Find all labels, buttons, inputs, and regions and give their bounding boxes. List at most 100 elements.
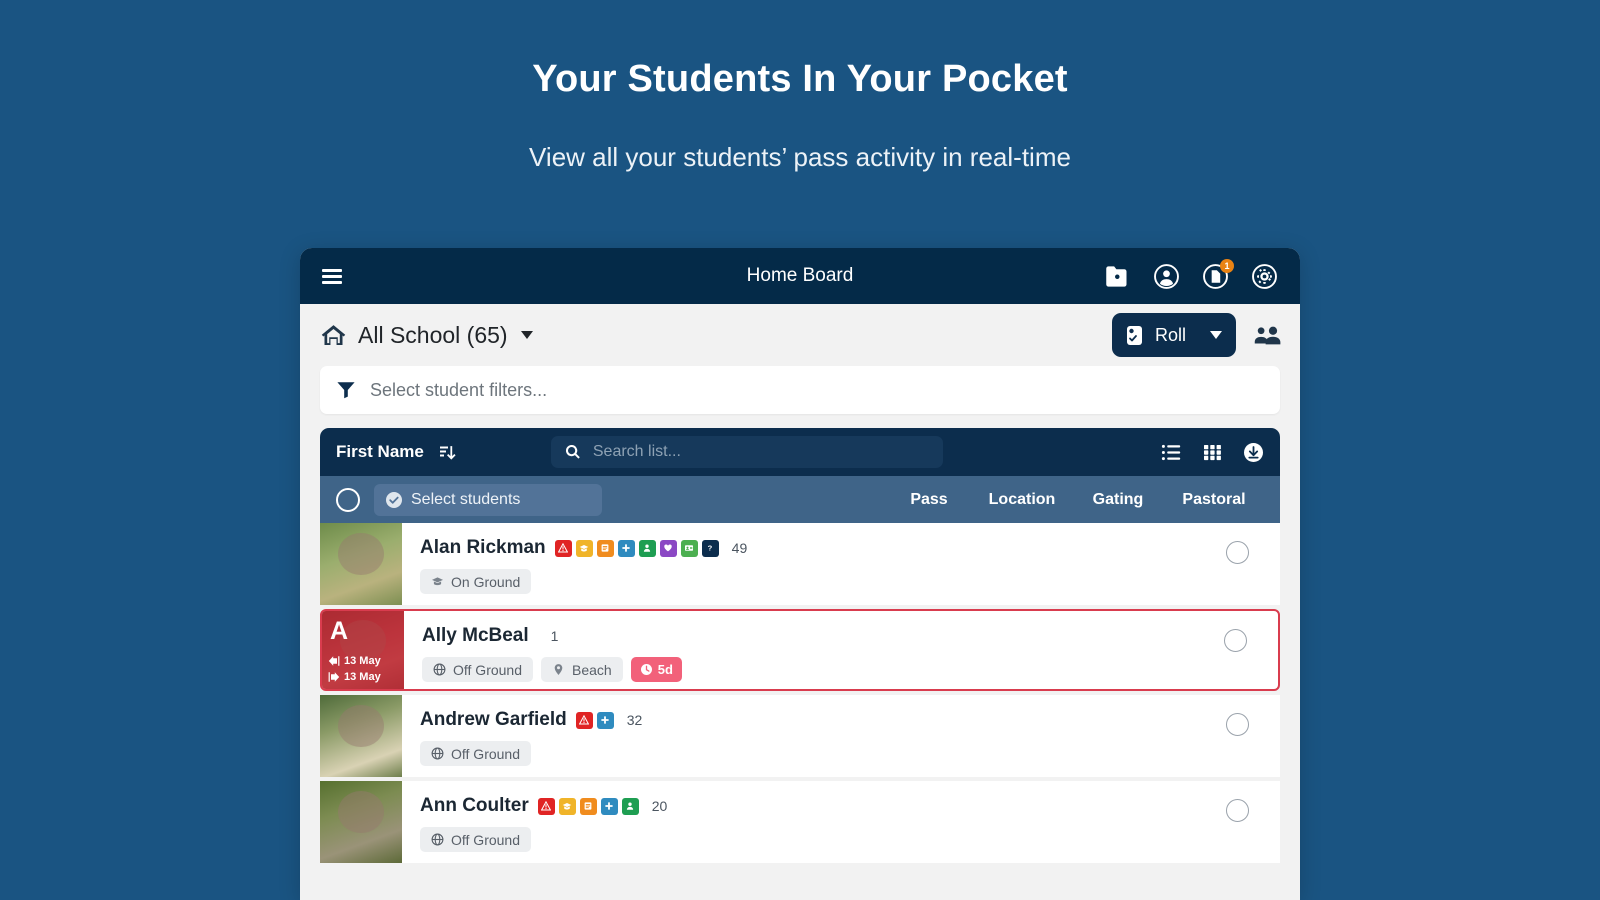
app-top-bar: Home Board 1 <box>300 248 1300 304</box>
student-flags <box>575 711 614 729</box>
filter-row: Select student filters... <box>300 366 1300 414</box>
user-circle-icon[interactable] <box>1153 263 1180 290</box>
student-name-line: Ann Coulter 20 <box>420 795 1194 817</box>
row-select-circle[interactable] <box>1225 799 1249 822</box>
student-name: Ann Coulter <box>420 795 529 816</box>
select-all-circle-icon[interactable] <box>336 487 360 512</box>
student-flags: ? <box>554 539 719 557</box>
search-icon <box>565 444 581 460</box>
student-info: Ann Coulter 20 Off Ground <box>402 781 1194 863</box>
medical-cross-flag[interactable] <box>617 539 635 557</box>
roll-button-label: Roll <box>1154 324 1186 345</box>
column-labels: Pass Location Gating Pastoral <box>886 491 1264 509</box>
location-chip: Off Ground <box>420 741 532 766</box>
gear-circle-icon[interactable] <box>1251 263 1278 290</box>
select-students-button[interactable]: Select students <box>374 483 602 516</box>
medical-cross-flag[interactable] <box>596 711 614 729</box>
location-chip: Off Ground <box>420 827 532 852</box>
row-select-cell <box>1192 611 1278 689</box>
student-pass-count: 32 <box>626 712 643 728</box>
table-row[interactable]: Alan Rickman? 49 On Ground <box>320 523 1280 605</box>
table-row[interactable]: A 13 May 13 May Ally McBeal 1 Off Ground Beach… <box>320 609 1280 691</box>
school-name-label: All School (65) <box>358 321 508 348</box>
notification-badge: 1 <box>1220 258 1234 273</box>
map-pin-icon <box>552 663 565 676</box>
student-name: Alan Rickman <box>420 537 546 558</box>
person-flag[interactable] <box>621 797 639 815</box>
question-flag[interactable]: ? <box>701 539 719 557</box>
place-chip: Beach <box>541 657 623 682</box>
search-input[interactable]: Search list... <box>550 436 943 468</box>
avatar <box>320 695 402 777</box>
roll-button[interactable]: Roll <box>1111 313 1236 357</box>
checkout-date: 13 May <box>344 671 381 683</box>
home-icon <box>320 322 347 349</box>
student-info: Alan Rickman? 49 On Ground <box>402 523 1194 605</box>
sign-out-arrow-icon <box>328 671 340 683</box>
table-row[interactable]: Ann Coulter 20 Off Ground <box>320 781 1280 863</box>
notes-flag[interactable] <box>579 797 597 815</box>
student-rows: Alan Rickman? 49 On Ground A 13 May 13 May All… <box>300 523 1300 863</box>
select-students-label: Select students <box>411 490 521 508</box>
graduation-cap-icon <box>431 575 444 588</box>
graduation-cap-flag[interactable] <box>575 539 593 557</box>
download-icon[interactable] <box>1243 442 1264 463</box>
globe-icon <box>433 663 446 676</box>
grid-view-icon[interactable] <box>1202 442 1223 463</box>
chip-label: Off Ground <box>451 831 521 848</box>
student-name: Andrew Garfield <box>420 709 567 730</box>
document-circle-icon[interactable]: 1 <box>1202 258 1234 290</box>
list-view-icon[interactable] <box>1161 442 1182 463</box>
avatar: A 13 May 13 May <box>322 611 404 689</box>
student-chips: Off Ground <box>420 741 1194 766</box>
alert-triangle-flag[interactable] <box>537 797 555 815</box>
person-flag[interactable] <box>638 539 656 557</box>
graduation-cap-flag[interactable] <box>558 797 576 815</box>
school-row-actions: Roll <box>1111 313 1282 357</box>
avatar-initial: A <box>330 617 349 645</box>
column-pass: Pass <box>910 490 948 508</box>
chevron-down-icon[interactable] <box>520 331 533 339</box>
student-filter-input[interactable]: Select student filters... <box>320 366 1280 414</box>
student-pass-count: 20 <box>651 798 668 814</box>
student-name-line: Alan Rickman? 49 <box>420 537 1194 559</box>
checkin-date: 13 May <box>344 655 381 667</box>
view-toggle-group <box>1161 442 1264 463</box>
alert-triangle-flag[interactable] <box>575 711 593 729</box>
clock-icon <box>640 663 653 676</box>
medical-cross-flag[interactable] <box>600 797 618 815</box>
row-select-circle[interactable] <box>1225 541 1249 564</box>
avatar <box>320 781 402 863</box>
funnel-icon <box>336 380 356 400</box>
row-select-circle[interactable] <box>1223 629 1247 652</box>
roll-chevron-down-icon[interactable] <box>1210 331 1222 339</box>
heart-shield-flag[interactable] <box>659 539 677 557</box>
avatar-dates: 13 May 13 May <box>328 653 381 685</box>
globe-icon <box>431 833 444 846</box>
people-group-icon[interactable] <box>1252 320 1282 350</box>
student-info: Ally McBeal 1 Off Ground Beach 5d <box>404 611 1192 689</box>
student-name-line: Andrew Garfield 32 <box>420 709 1194 731</box>
app-screenshot-panel: Home Board 1 All School (65) Roll Select… <box>300 248 1300 900</box>
student-chips: On Ground <box>420 569 1194 594</box>
sort-amount-down-icon[interactable] <box>438 443 457 462</box>
page-subtitle: View all your students’ pass activity in… <box>529 142 1071 172</box>
row-select-circle[interactable] <box>1225 713 1249 736</box>
folder-user-icon[interactable] <box>1104 263 1131 290</box>
student-chips: Off Ground <box>420 827 1194 852</box>
column-gating: Gating <box>1092 490 1144 508</box>
hamburger-icon[interactable] <box>322 268 342 284</box>
column-pastoral: Pastoral <box>1182 490 1246 508</box>
student-name-line: Ally McBeal 1 <box>422 625 1192 647</box>
chip-label: Beach <box>572 661 612 678</box>
school-selector[interactable]: All School (65) <box>320 322 533 349</box>
hero-section: Your Students In Your Pocket View all yo… <box>0 0 1600 173</box>
alert-triangle-flag[interactable] <box>554 539 572 557</box>
chip-label: 5d <box>657 662 673 677</box>
student-chips: Off Ground Beach 5d <box>422 657 1192 682</box>
id-card-flag[interactable] <box>680 539 698 557</box>
notes-flag[interactable] <box>596 539 614 557</box>
table-row[interactable]: Andrew Garfield 32 Off Ground <box>320 695 1280 777</box>
row-select-cell <box>1194 523 1280 605</box>
sort-field-label[interactable]: First Name <box>336 442 424 462</box>
